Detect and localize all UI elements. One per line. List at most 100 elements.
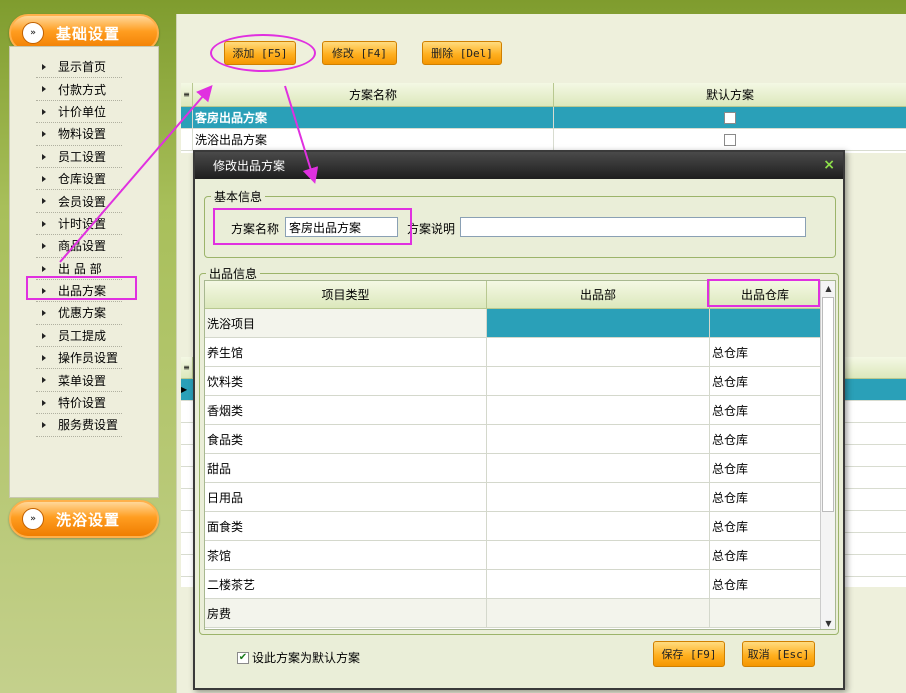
sidebar-item[interactable]: 物料设置 [36,123,122,146]
output-warehouse-cell[interactable]: 总仓库 [710,396,821,424]
output-warehouse-cell[interactable]: 总仓库 [710,541,821,569]
vertical-scrollbar[interactable]: ▲ ▼ [820,281,835,629]
sidebar-item[interactable]: 仓库设置 [36,168,122,191]
item-type-cell[interactable]: 饮料类 [205,367,487,395]
plan-name-cell: 洗浴出品方案 [193,129,554,150]
output-warehouse-cell[interactable]: 总仓库 [710,483,821,511]
item-type-cell[interactable]: 香烟类 [205,396,487,424]
table-row[interactable]: 日用品 总仓库 [205,483,835,512]
output-dept-cell[interactable] [487,396,710,424]
sidebar-item-label: 显示首页 [58,60,107,75]
default-plan-option[interactable]: ✔ 设此方案为默认方案 [237,649,360,666]
row-selector-icon: ≡ [181,357,193,378]
output-dept-cell[interactable] [487,338,710,366]
output-dept-cell[interactable] [487,454,710,482]
output-dept-cell[interactable] [487,309,710,337]
col-output-dept[interactable]: 出品部 [487,281,710,308]
sidebar-item[interactable]: 优惠方案 [36,302,122,325]
sidebar-item[interactable]: 服务费设置 [36,414,122,437]
table-row[interactable]: 面食类 总仓库 [205,512,835,541]
sidebar-item[interactable]: 操作员设置 [36,347,122,370]
triangle-right-icon [42,108,46,115]
sidebar-item-label: 操作员设置 [58,351,119,366]
output-dept-cell[interactable] [487,512,710,540]
triangle-right-icon [42,153,46,160]
output-warehouse-cell[interactable] [710,309,821,337]
output-dept-cell[interactable] [487,570,710,598]
default-plan-checkbox[interactable]: ✔ [724,111,736,124]
output-warehouse-cell[interactable]: 总仓库 [710,512,821,540]
item-type-cell[interactable]: 甜品 [205,454,487,482]
sidebar-item[interactable]: 特价设置 [36,392,122,415]
item-type-cell[interactable]: 食品类 [205,425,487,453]
sidebar-item-label: 优惠方案 [58,306,107,321]
table-row[interactable]: 饮料类 总仓库 [205,367,835,396]
sidebar-item[interactable]: 员工提成 [36,325,122,348]
item-type-cell[interactable]: 茶馆 [205,541,487,569]
output-dept-cell[interactable] [487,367,710,395]
triangle-right-icon [42,377,46,384]
table-row[interactable]: 房费 [205,599,835,628]
edit-button[interactable]: 修改 [F4] [322,41,397,65]
item-type-cell[interactable]: 房费 [205,599,487,627]
plan-row[interactable]: 洗浴出品方案 [181,129,906,151]
dialog-title-bar[interactable]: 修改出品方案 [195,152,843,179]
output-dept-cell[interactable] [487,541,710,569]
sidebar-item-label: 物料设置 [58,127,107,142]
default-plan-checkbox[interactable]: ✔ [237,651,249,664]
scroll-up-icon[interactable]: ▲ [821,281,835,296]
triangle-right-icon [42,399,46,406]
default-plan-checkbox[interactable] [724,133,736,146]
dialog-title: 修改出品方案 [213,159,286,173]
sidebar-item-label: 特价设置 [58,396,107,411]
section-basic-label: 基础设置 [56,24,121,43]
output-warehouse-cell[interactable]: 总仓库 [710,367,821,395]
default-plan-cell[interactable]: ✔ [554,107,906,128]
item-type-cell[interactable]: 二楼茶艺 [205,570,487,598]
table-row[interactable]: 甜品 总仓库 [205,454,835,483]
output-dept-cell[interactable] [487,599,710,627]
sidebar-item[interactable]: 员工设置 [36,146,122,168]
table-row[interactable]: 养生馆 总仓库 [205,338,835,367]
output-warehouse-cell[interactable]: 总仓库 [710,338,821,366]
sidebar-item[interactable]: 商品设置 [36,235,122,258]
item-type-cell[interactable]: 面食类 [205,512,487,540]
scroll-thumb[interactable] [822,297,834,512]
sidebar-item[interactable]: 付款方式 [36,78,122,101]
table-row[interactable]: 茶馆 总仓库 [205,541,835,570]
save-button[interactable]: 保存 [F9] [653,641,725,667]
output-dept-cell[interactable] [487,483,710,511]
plan-row[interactable]: 客房出品方案 ✔ [181,107,906,129]
close-icon[interactable]: × [823,157,835,173]
sidebar-item[interactable]: 会员设置 [36,190,122,213]
annotation-add-button-ellipse [210,34,316,72]
output-warehouse-cell[interactable]: 总仓库 [710,570,821,598]
col-default-plan[interactable]: 默认方案 [554,83,906,106]
sidebar-item[interactable]: 计价单位 [36,101,122,124]
item-type-cell[interactable]: 洗浴项目 [205,309,487,337]
sidebar-item[interactable]: 计时设置 [36,213,122,236]
item-type-cell[interactable]: 养生馆 [205,338,487,366]
col-item-type[interactable]: 项目类型 [205,281,487,308]
triangle-right-icon [42,198,46,205]
table-row[interactable]: 食品类 总仓库 [205,425,835,454]
table-row[interactable]: 香烟类 总仓库 [205,396,835,425]
output-warehouse-cell[interactable] [710,599,821,627]
section-bath-settings[interactable]: » 洗浴设置 [9,500,159,538]
scroll-down-icon[interactable]: ▼ [821,616,835,629]
table-row[interactable]: 二楼茶艺 总仓库 [205,570,835,599]
col-plan-name[interactable]: 方案名称 [193,83,554,106]
item-type-cell[interactable]: 日用品 [205,483,487,511]
output-dept-cell[interactable] [487,425,710,453]
sidebar-item[interactable]: 菜单设置 [36,369,122,392]
collapse-arrows-icon: » [22,508,44,530]
output-warehouse-cell[interactable]: 总仓库 [710,454,821,482]
plan-description-input[interactable] [460,217,806,237]
sidebar-item[interactable]: 显示首页 [36,56,122,79]
output-warehouse-cell[interactable]: 总仓库 [710,425,821,453]
sidebar-item-label: 计价单位 [58,104,107,119]
table-row[interactable]: 洗浴项目 [205,309,835,338]
cancel-button[interactable]: 取消 [Esc] [742,641,815,667]
default-plan-cell[interactable] [554,129,906,150]
delete-button[interactable]: 删除 [Del] [422,41,502,65]
